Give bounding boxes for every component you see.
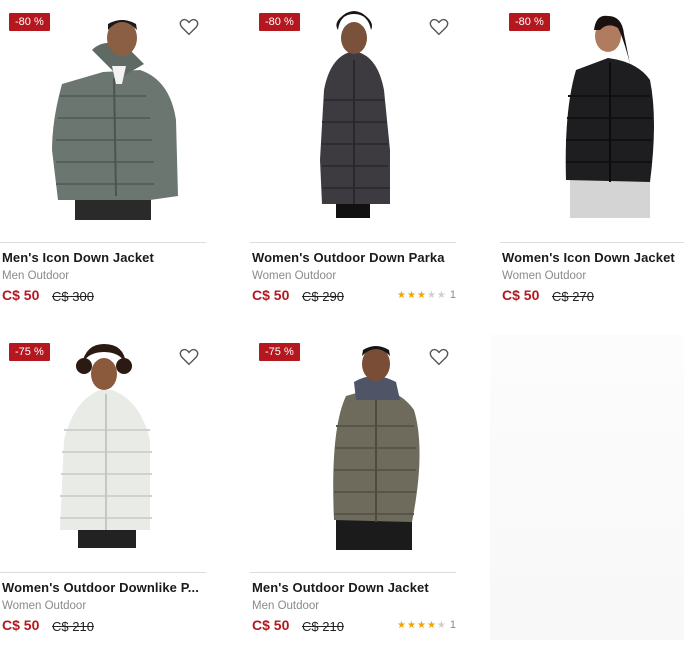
product-name[interactable]: Women's Outdoor Downlike P... xyxy=(2,580,199,595)
original-price: C$ 210 xyxy=(302,619,344,634)
product-name[interactable]: Men's Icon Down Jacket xyxy=(2,250,154,265)
product-card[interactable]: -75 % Men's Outdoor Down Jacket Men Outd… xyxy=(250,330,456,635)
sale-price: C$ 50 xyxy=(2,287,40,303)
rating-count: 1 xyxy=(449,289,456,301)
star-empty-icon: ★ xyxy=(436,620,447,631)
price-row: C$ 50 C$ 290 ★★★★★ 1 xyxy=(252,287,456,305)
original-price: C$ 300 xyxy=(52,289,94,304)
price-row: C$ 50 C$ 300 xyxy=(2,287,206,305)
divider xyxy=(250,242,456,243)
heart-icon[interactable] xyxy=(428,346,450,368)
product-category: Men Outdoor xyxy=(252,600,320,612)
product-name[interactable]: Women's Icon Down Jacket xyxy=(502,250,675,265)
product-card[interactable]: -80 % Women's Icon Down Jacket Women Out… xyxy=(500,0,684,305)
sale-price: C$ 50 xyxy=(2,617,40,633)
jacket-illustration xyxy=(565,15,654,218)
original-price: C$ 210 xyxy=(52,619,94,634)
discount-badge: -75 % xyxy=(259,343,300,361)
product-category: Men Outdoor xyxy=(2,270,70,282)
product-name[interactable]: Women's Outdoor Down Parka xyxy=(252,250,445,265)
sale-price: C$ 50 xyxy=(252,287,290,303)
heart-icon[interactable] xyxy=(178,346,200,368)
sale-price: C$ 50 xyxy=(502,287,540,303)
rating-stars: ★★★★★ 1 xyxy=(397,619,456,631)
discount-badge: -75 % xyxy=(9,343,50,361)
divider xyxy=(250,572,456,573)
product-card[interactable]: -80 % Men's Icon Down Jacket Men Outdoor… xyxy=(0,0,206,305)
price-row: C$ 50 C$ 210 ★★★★★ 1 xyxy=(252,617,456,635)
discount-badge: -80 % xyxy=(509,13,550,31)
rating-stars: ★★★★★ 1 xyxy=(397,289,456,301)
loading-placeholder xyxy=(490,335,684,640)
product-category: Women Outdoor xyxy=(502,270,587,282)
discount-badge: -80 % xyxy=(259,13,300,31)
jacket-illustration xyxy=(333,346,420,550)
product-name[interactable]: Men's Outdoor Down Jacket xyxy=(252,580,429,595)
parka-illustration xyxy=(60,344,152,548)
divider xyxy=(0,572,206,573)
rating-count: 1 xyxy=(449,619,456,631)
divider xyxy=(0,242,206,243)
price-row: C$ 50 C$ 210 xyxy=(2,617,206,635)
price-row: C$ 50 C$ 270 xyxy=(502,287,684,305)
divider xyxy=(500,242,684,243)
product-image[interactable] xyxy=(0,0,206,230)
product-image[interactable] xyxy=(250,330,456,560)
star-filled-icon: ★★★ xyxy=(397,290,427,301)
product-card[interactable]: -75 % Women's Outdoor Downlike P... Wome… xyxy=(0,330,206,635)
heart-icon[interactable] xyxy=(428,16,450,38)
star-filled-icon: ★★★★ xyxy=(397,620,437,631)
jacket-illustration xyxy=(52,20,178,220)
product-category: Women Outdoor xyxy=(252,270,337,282)
original-price: C$ 270 xyxy=(552,289,594,304)
heart-icon[interactable] xyxy=(178,16,200,38)
parka-illustration xyxy=(320,11,390,218)
discount-badge: -80 % xyxy=(9,13,50,31)
product-image[interactable] xyxy=(250,0,456,230)
star-empty-icon: ★★ xyxy=(426,290,447,301)
product-image[interactable] xyxy=(0,330,206,560)
product-category: Women Outdoor xyxy=(2,600,87,612)
product-image[interactable] xyxy=(500,0,684,230)
product-card[interactable]: -80 % Women's Outdoor Down Parka Women O… xyxy=(250,0,456,305)
sale-price: C$ 50 xyxy=(252,617,290,633)
original-price: C$ 290 xyxy=(302,289,344,304)
